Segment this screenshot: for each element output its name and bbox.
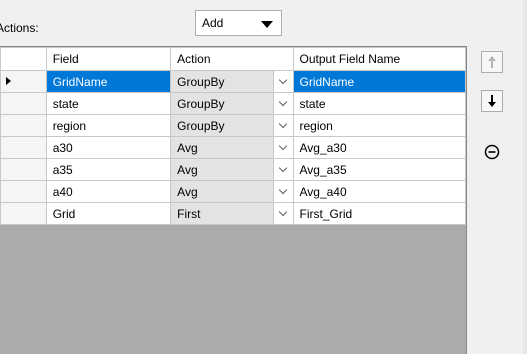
actions-label: Actions: (0, 21, 39, 35)
header-row: Field Action Output Field Name (0, 47, 466, 71)
add-action-dropdown[interactable]: Add (195, 10, 282, 36)
field-cell[interactable]: Grid (45, 202, 172, 225)
output-field-name-cell[interactable]: Avg_a35 (292, 158, 466, 181)
row-selector[interactable] (0, 92, 47, 115)
field-cell[interactable]: GridName (45, 70, 172, 93)
field-cell[interactable]: a30 (45, 136, 172, 159)
action-value: GroupBy (177, 119, 225, 133)
action-value: Avg (177, 141, 198, 155)
table-row[interactable]: state GroupBy state (0, 92, 466, 115)
action-select[interactable]: Avg (170, 158, 294, 181)
row-selector[interactable] (0, 136, 47, 159)
remove-button[interactable] (481, 141, 503, 163)
row-header-corner (0, 47, 47, 71)
output-field-name-cell[interactable]: Avg_a40 (292, 180, 466, 203)
table-row[interactable]: region GroupBy region (0, 114, 466, 137)
column-header-field[interactable]: Field (45, 47, 172, 71)
dropdown-caret-icon (261, 21, 273, 28)
output-field-name-cell[interactable]: First_Grid (292, 202, 466, 225)
move-down-button[interactable] (481, 90, 503, 112)
move-down-icon (488, 95, 496, 107)
action-select[interactable]: Avg (170, 180, 294, 203)
table-row[interactable]: Grid First First_Grid (0, 202, 466, 225)
action-value: GroupBy (177, 97, 225, 111)
chevron-down-icon[interactable] (272, 181, 292, 202)
chevron-down-icon[interactable] (272, 137, 292, 158)
output-field-name-cell[interactable]: region (292, 114, 466, 137)
chevron-down-icon[interactable] (272, 159, 292, 180)
remove-icon (484, 144, 500, 160)
chevron-down-icon[interactable] (272, 203, 292, 224)
row-selector[interactable] (0, 202, 47, 225)
action-select[interactable]: First (170, 202, 294, 225)
action-value: First (177, 207, 201, 221)
chevron-down-icon[interactable] (272, 115, 292, 136)
column-header-output-field-name[interactable]: Output Field Name (292, 47, 466, 71)
field-cell[interactable]: a35 (45, 158, 172, 181)
add-dropdown-value: Add (202, 16, 224, 30)
table-row[interactable]: a40 Avg Avg_a40 (0, 180, 466, 203)
field-cell[interactable]: a40 (45, 180, 172, 203)
row-selector[interactable] (0, 158, 47, 181)
action-value: Avg (177, 163, 198, 177)
action-select[interactable]: GroupBy (170, 70, 294, 93)
output-field-name-cell[interactable]: GridName (292, 70, 466, 93)
window-edge (523, 0, 527, 354)
field-cell[interactable]: region (45, 114, 172, 137)
table-row[interactable]: GridName GroupBy GridName (0, 70, 466, 93)
action-value: Avg (177, 185, 198, 199)
current-row-icon (6, 77, 11, 85)
chevron-down-icon[interactable] (272, 93, 292, 114)
actions-grid[interactable]: Field Action Output Field Name GridName G… (0, 46, 467, 354)
action-select[interactable]: Avg (170, 136, 294, 159)
action-select[interactable]: GroupBy (170, 114, 294, 137)
move-up-button[interactable] (481, 51, 503, 73)
row-selector[interactable] (0, 114, 47, 137)
table-row[interactable]: a30 Avg Avg_a30 (0, 136, 466, 159)
actions-table: Field Action Output Field Name GridName G… (0, 47, 466, 225)
output-field-name-cell[interactable]: Avg_a30 (292, 136, 466, 159)
output-field-name-cell[interactable]: state (292, 92, 466, 115)
action-value: GroupBy (177, 75, 225, 89)
action-select[interactable]: GroupBy (170, 92, 294, 115)
row-selector[interactable] (0, 70, 47, 93)
table-row[interactable]: a35 Avg Avg_a35 (0, 158, 466, 181)
field-cell[interactable]: state (45, 92, 172, 115)
column-header-action[interactable]: Action (170, 47, 294, 71)
chevron-down-icon[interactable] (272, 71, 292, 92)
row-selector[interactable] (0, 180, 47, 203)
move-up-icon (488, 56, 496, 68)
